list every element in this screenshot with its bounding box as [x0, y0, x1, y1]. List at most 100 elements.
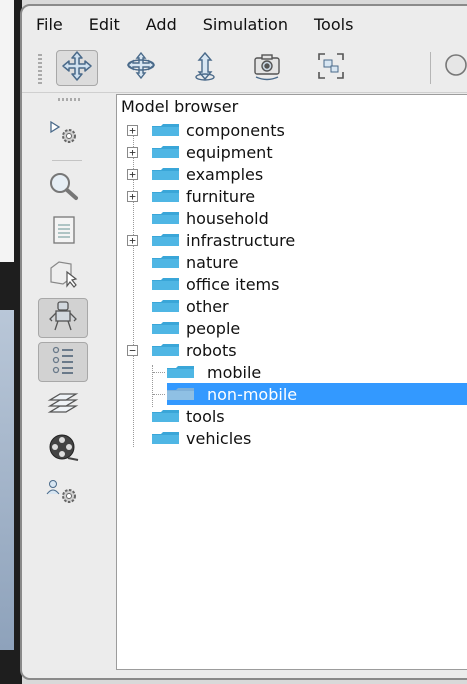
zoom-button[interactable]: [38, 168, 88, 208]
tree-item-label: office items: [186, 274, 280, 294]
folder-icon: [152, 255, 180, 269]
move-icon: [61, 50, 93, 86]
tree-item-label: furniture: [186, 186, 256, 206]
model-browser-panel: Model browser + components + equipment +…: [116, 94, 467, 670]
folder-icon: [152, 277, 180, 291]
toolbar-grip[interactable]: [38, 54, 42, 84]
fit-view-button[interactable]: [310, 50, 352, 86]
robot-icon: [46, 299, 80, 337]
folder-icon: [152, 145, 180, 159]
folder-icon: [152, 343, 180, 357]
tree-item-non-mobile[interactable]: non-mobile: [167, 383, 467, 405]
selection-icon: [45, 256, 81, 292]
expand-toggle[interactable]: +: [127, 234, 138, 246]
tree-item-other[interactable]: other: [127, 295, 229, 317]
tree-item-label: vehicles: [186, 428, 252, 448]
folder-icon: [152, 211, 180, 225]
film-button[interactable]: [38, 430, 88, 470]
tree-item-label: non-mobile: [207, 384, 298, 404]
expand-toggle[interactable]: +: [127, 146, 138, 158]
list-button[interactable]: [38, 342, 88, 382]
left-toolbar: [22, 94, 112, 678]
selection-button[interactable]: [38, 254, 88, 294]
application-window: File Edit Add Simulation Tools Model bro…: [20, 4, 467, 680]
tree-item-vehicles[interactable]: vehicles: [127, 427, 251, 449]
run-settings-icon: [43, 116, 83, 152]
tree-item-label: tools: [186, 406, 225, 426]
folder-icon: [152, 233, 180, 247]
folder-icon: [152, 123, 180, 137]
menu-simulation[interactable]: Simulation: [189, 15, 300, 34]
tree-item-label: other: [186, 296, 229, 316]
background-window-bottom: [0, 310, 14, 650]
expand-toggle[interactable]: +: [127, 190, 138, 202]
tree-item-furniture[interactable]: + furniture: [127, 185, 255, 207]
tree-item-label: examples: [186, 164, 264, 184]
tree-item-people[interactable]: people: [127, 317, 240, 339]
sidebar-divider: [52, 160, 82, 161]
tree-item-examples[interactable]: + examples: [127, 163, 263, 185]
document-button[interactable]: [38, 212, 88, 252]
tree-item-robots[interactable]: − robots: [127, 339, 237, 361]
list-icon: [48, 343, 78, 381]
tree-item-mobile[interactable]: mobile: [167, 361, 261, 383]
menu-file[interactable]: File: [22, 15, 75, 34]
tree-item-label: mobile: [207, 362, 262, 382]
menu-add[interactable]: Add: [132, 15, 189, 34]
tree-item-infrastructure[interactable]: + infrastructure: [127, 229, 295, 251]
folder-icon: [152, 431, 180, 445]
tree-item-label: equipment: [186, 142, 273, 162]
tree-item-office-items[interactable]: office items: [127, 273, 279, 295]
document-icon: [48, 214, 78, 250]
folder-icon: [152, 409, 180, 423]
toolbar: [22, 44, 467, 93]
collapse-toggle[interactable]: −: [127, 344, 138, 356]
toolbar-separator: [430, 52, 431, 84]
zoom-icon: [46, 170, 80, 206]
model-browser-title: Model browser: [121, 97, 239, 116]
user-settings-icon: [43, 476, 83, 512]
search-icon: [442, 51, 467, 85]
camera-button[interactable]: [246, 50, 288, 86]
menu-bar: File Edit Add Simulation Tools: [22, 6, 467, 42]
folder-icon: [167, 365, 195, 379]
shift-button[interactable]: [184, 50, 226, 86]
folder-icon: [152, 167, 180, 181]
search-button[interactable]: [436, 50, 467, 86]
folder-icon: [167, 387, 195, 401]
robot-button[interactable]: [38, 298, 88, 338]
rotate-button[interactable]: [120, 50, 162, 86]
rotate-icon: [124, 50, 158, 86]
menu-edit[interactable]: Edit: [75, 15, 132, 34]
tree-item-label: nature: [186, 252, 239, 272]
tree-item-household[interactable]: household: [127, 207, 269, 229]
sidebar-grip[interactable]: [58, 98, 82, 101]
folder-icon: [152, 321, 180, 335]
tree-item-label: components: [186, 120, 285, 140]
background-window-top: [0, 0, 14, 262]
tree-connector: [153, 372, 165, 373]
run-settings-button[interactable]: [38, 114, 88, 154]
tree-item-label: robots: [186, 340, 237, 360]
folder-icon: [152, 189, 180, 203]
user-settings-button[interactable]: [38, 474, 88, 514]
tree-item-label: people: [186, 318, 241, 338]
tree-connector: [153, 394, 165, 395]
layers-icon: [46, 388, 80, 424]
shift-icon: [190, 50, 220, 86]
tree-item-tools[interactable]: tools: [127, 405, 225, 427]
camera-icon: [250, 50, 284, 86]
tree-item-equipment[interactable]: + equipment: [127, 141, 273, 163]
tree-item-components[interactable]: + components: [127, 119, 285, 141]
tree-item-label: household: [186, 208, 269, 228]
tree-item-label: infrastructure: [186, 230, 296, 250]
expand-toggle[interactable]: +: [127, 168, 138, 180]
fit-view-icon: [315, 50, 347, 86]
film-icon: [46, 432, 80, 468]
tree-item-nature[interactable]: nature: [127, 251, 238, 273]
expand-toggle[interactable]: +: [127, 124, 138, 136]
menu-tools[interactable]: Tools: [300, 15, 365, 34]
layers-button[interactable]: [38, 386, 88, 426]
move-button[interactable]: [56, 50, 98, 86]
folder-icon: [152, 299, 180, 313]
